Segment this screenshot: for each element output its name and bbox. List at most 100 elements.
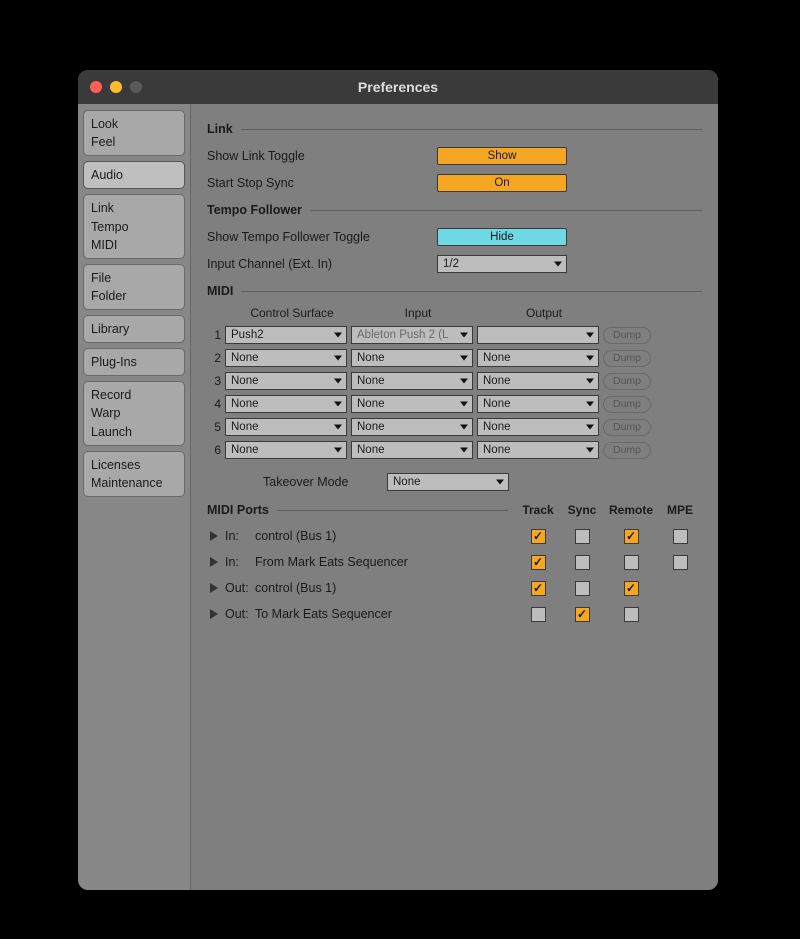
port-label: From Mark Eats Sequencer xyxy=(255,555,408,569)
midi-output-select[interactable]: None xyxy=(477,418,599,436)
sidebar-tab-label: Audio xyxy=(91,166,177,184)
dump-button[interactable]: Dump xyxy=(603,350,651,367)
window-title: Preferences xyxy=(78,79,718,95)
midi-input-select[interactable]: Ableton Push 2 (L xyxy=(351,326,473,344)
port-name: Out:To Mark Eats Sequencer xyxy=(221,607,516,621)
disclosure-triangle-icon[interactable] xyxy=(207,609,221,619)
divider xyxy=(310,210,702,211)
maximize-icon[interactable] xyxy=(130,81,142,93)
midi-ports-header: MIDI Ports Track Sync Remote MPE xyxy=(207,503,702,517)
midi-input-select[interactable]: None xyxy=(351,349,473,367)
midi-table-header: Control Surface Input Output xyxy=(229,306,702,320)
dump-button[interactable]: Dump xyxy=(603,373,651,390)
show-tempo-toggle-button[interactable]: Hide xyxy=(437,228,567,246)
midi-output-select[interactable]: None xyxy=(477,372,599,390)
port-direction: Out: xyxy=(225,581,255,595)
midi-input-select[interactable]: None xyxy=(351,395,473,413)
midi-output-select[interactable]: None xyxy=(477,349,599,367)
track-checkbox[interactable] xyxy=(531,555,546,570)
sync-checkbox[interactable] xyxy=(575,581,590,596)
close-icon[interactable] xyxy=(90,81,102,93)
section-header-link: Link xyxy=(207,122,702,136)
sidebar-tab-look-feel[interactable]: LookFeel xyxy=(83,110,185,156)
sidebar-tab-label: Folder xyxy=(91,287,177,305)
label-takeover-mode: Takeover Mode xyxy=(207,475,387,489)
midi-port-row: In:control (Bus 1) xyxy=(207,523,702,549)
dump-button[interactable]: Dump xyxy=(603,442,651,459)
track-checkbox[interactable] xyxy=(531,581,546,596)
show-link-toggle-button[interactable]: Show xyxy=(437,147,567,165)
minimize-icon[interactable] xyxy=(110,81,122,93)
row-number: 2 xyxy=(207,351,221,365)
dump-button[interactable]: Dump xyxy=(603,419,651,436)
sidebar: LookFeel Audio LinkTempoMIDI FileFolder Libr… xyxy=(78,104,190,890)
port-name: Out:control (Bus 1) xyxy=(221,581,516,595)
sidebar-tab-label: Record xyxy=(91,386,177,404)
start-stop-sync-button[interactable]: On xyxy=(437,174,567,192)
disclosure-triangle-icon[interactable] xyxy=(207,531,221,541)
midi-input-select[interactable]: None xyxy=(351,441,473,459)
control-surface-select[interactable]: None xyxy=(225,418,347,436)
sidebar-tab-label: File xyxy=(91,269,177,287)
dump-button[interactable]: Dump xyxy=(603,396,651,413)
divider xyxy=(277,510,508,511)
remote-checkbox[interactable] xyxy=(624,581,639,596)
remote-checkbox[interactable] xyxy=(624,555,639,570)
midi-surface-row: 2NoneNoneNoneDump xyxy=(207,347,702,369)
port-direction: Out: xyxy=(225,607,255,621)
disclosure-triangle-icon[interactable] xyxy=(207,557,221,567)
sidebar-tab-link-tempo-midi[interactable]: LinkTempoMIDI xyxy=(83,194,185,258)
control-surface-select[interactable]: None xyxy=(225,372,347,390)
remote-checkbox[interactable] xyxy=(624,607,639,622)
section-header-midi: MIDI xyxy=(207,284,702,298)
port-direction: In: xyxy=(225,529,255,543)
control-surface-select[interactable]: None xyxy=(225,349,347,367)
sidebar-tab-audio[interactable]: Audio xyxy=(83,161,185,189)
sync-checkbox[interactable] xyxy=(575,555,590,570)
row-number: 1 xyxy=(207,328,221,342)
midi-input-select[interactable]: None xyxy=(351,372,473,390)
control-surface-select[interactable]: Push2 xyxy=(225,326,347,344)
sidebar-tab-label: Link xyxy=(91,199,177,217)
midi-port-row: In:From Mark Eats Sequencer xyxy=(207,549,702,575)
port-label: control (Bus 1) xyxy=(255,529,336,543)
midi-output-select[interactable]: None xyxy=(477,441,599,459)
sync-checkbox[interactable] xyxy=(575,529,590,544)
takeover-mode-select[interactable]: None xyxy=(387,473,509,491)
track-checkbox[interactable] xyxy=(531,529,546,544)
window-controls xyxy=(90,81,142,93)
port-name: In:control (Bus 1) xyxy=(221,529,516,543)
sidebar-tab-label: Library xyxy=(91,320,177,338)
port-checkboxes xyxy=(516,555,702,570)
label-input-channel: Input Channel (Ext. In) xyxy=(207,257,437,271)
mpe-checkbox[interactable] xyxy=(673,555,688,570)
dump-button[interactable]: Dump xyxy=(603,327,651,344)
sidebar-tab-library[interactable]: Library xyxy=(83,315,185,343)
track-checkbox[interactable] xyxy=(531,607,546,622)
sidebar-tab-plug-ins[interactable]: Plug-Ins xyxy=(83,348,185,376)
label-show-link-toggle: Show Link Toggle xyxy=(207,149,437,163)
input-channel-select[interactable]: 1/2 xyxy=(437,255,567,273)
row-number: 3 xyxy=(207,374,221,388)
row-number: 6 xyxy=(207,443,221,457)
content-pane: Link Show Link Toggle Show Start Stop Sy… xyxy=(190,104,718,890)
titlebar: Preferences xyxy=(78,70,718,104)
midi-output-select[interactable] xyxy=(477,326,599,344)
port-checkboxes xyxy=(516,607,702,622)
control-surface-select[interactable]: None xyxy=(225,441,347,459)
midi-surface-row: 3NoneNoneNoneDump xyxy=(207,370,702,392)
midi-input-select[interactable]: None xyxy=(351,418,473,436)
sidebar-tab-licenses-maintenance[interactable]: LicensesMaintenance xyxy=(83,451,185,497)
mpe-checkbox[interactable] xyxy=(673,529,688,544)
remote-checkbox[interactable] xyxy=(624,529,639,544)
midi-output-select[interactable]: None xyxy=(477,395,599,413)
port-label: To Mark Eats Sequencer xyxy=(255,607,392,621)
sidebar-tab-record-warp-launch[interactable]: RecordWarpLaunch xyxy=(83,381,185,445)
section-header-tempo: Tempo Follower xyxy=(207,203,702,217)
control-surface-select[interactable]: None xyxy=(225,395,347,413)
sidebar-tab-file-folder[interactable]: FileFolder xyxy=(83,264,185,310)
disclosure-triangle-icon[interactable] xyxy=(207,583,221,593)
port-name: In:From Mark Eats Sequencer xyxy=(221,555,516,569)
sync-checkbox[interactable] xyxy=(575,607,590,622)
port-label: control (Bus 1) xyxy=(255,581,336,595)
